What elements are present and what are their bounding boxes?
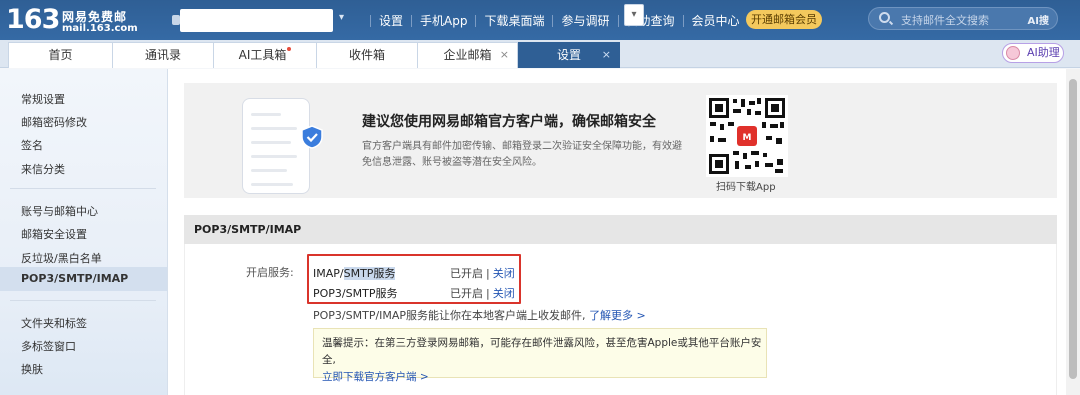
qr-caption: 扫码下载App [716, 182, 776, 193]
sidebar-item-security[interactable]: 邮箱安全设置 [21, 226, 87, 242]
status-text: 已开启 [450, 267, 483, 280]
close-imap-link[interactable]: 关闭 [493, 267, 515, 280]
service-name: POP3/SMTP服务 [313, 287, 398, 300]
tab-label: 通讯录 [144, 48, 181, 62]
qr-code-icon: M [706, 95, 788, 177]
nav-survey[interactable]: 参与调研 [561, 12, 609, 29]
logo-number[interactable]: 163 [6, 5, 60, 35]
ai-assistant-button[interactable]: AI助理 [1002, 43, 1064, 63]
sidebar-item-password[interactable]: 邮箱密码修改 [21, 114, 87, 130]
close-icon[interactable]: × [602, 43, 611, 67]
sidebar-item-account-center[interactable]: 账号与邮箱中心 [21, 203, 98, 219]
phone-line [251, 183, 293, 186]
sidebar-item-mail-rules[interactable]: 来信分类 [21, 161, 65, 177]
svg-text:M: M [743, 133, 752, 143]
tab-inbox[interactable]: 收件箱 [316, 42, 418, 68]
ai-assistant-label: AI助理 [1027, 46, 1060, 59]
scrollbar-thumb[interactable] [1069, 79, 1077, 379]
sidebar-item-antispam[interactable]: 反垃圾/黑白名单 [21, 250, 102, 266]
search-placeholder: 支持邮件全文搜索 [901, 14, 989, 27]
account-name-field[interactable] [180, 9, 333, 32]
nav-divider [552, 14, 554, 27]
sidebar-item-signature[interactable]: 签名 [21, 137, 43, 153]
service-imap-smtp: IMAP/SMTP服务 [313, 265, 396, 281]
close-pop3-link[interactable]: 关闭 [493, 287, 515, 300]
download-client-link[interactable]: 立即下载官方客户端 > [322, 369, 766, 386]
tab-home[interactable]: 首页 [8, 42, 113, 68]
learn-more-link[interactable]: 了解更多 > [589, 309, 646, 322]
tab-label: AI工具箱 [238, 48, 287, 62]
nav-divider [411, 14, 413, 27]
nav-divider [617, 14, 619, 27]
service-name-prefix: IMAP/ [313, 267, 344, 280]
nav-download-desktop[interactable]: 下载桌面端 [484, 12, 544, 29]
nav-mobile-app[interactable]: 手机App [420, 12, 467, 29]
top-nav: 设置 手机App 下载桌面端 参与调研 自助查询 会员中心 [362, 12, 740, 29]
service-name-highlight: SMTP服务 [343, 267, 396, 280]
nav-settings[interactable]: 设置 [379, 12, 403, 29]
sidebar-divider [10, 188, 156, 189]
nav-divider [370, 14, 371, 27]
ai-search-button[interactable]: AI搜 [1028, 12, 1049, 27]
top-header: 163 网易免费邮 mail.163.com ▾ 设置 手机App 下载桌面端 … [0, 0, 1080, 40]
info-text: POP3/SMTP/IMAP服务能让你在本地客户端上收发邮件, [313, 309, 586, 322]
sidebar-item-folders-tags[interactable]: 文件夹和标签 [21, 315, 87, 331]
phone-line [251, 113, 281, 116]
service-pop3-status: 已开启 | 关闭 [450, 287, 515, 300]
logo-domain: mail.163.com [62, 23, 138, 34]
shield-check-icon [301, 125, 323, 149]
chevron-down-icon[interactable]: ▾ [339, 12, 344, 23]
tab-enterprise-mail[interactable]: 企业邮箱 × [417, 42, 518, 68]
tip-text: 温馨提示：在第三方登录网易邮箱，可能存在邮件泄露风险，甚至危害Apple或其他平… [322, 337, 762, 366]
tab-contacts[interactable]: 通讯录 [112, 42, 214, 68]
status-text: 已开启 [450, 287, 483, 300]
phone-line [251, 141, 291, 144]
tab-more-chevron-icon[interactable]: ▾ [624, 4, 644, 26]
vip-button[interactable]: 开通邮箱会员 [746, 10, 822, 29]
section-title: POP3/SMTP/IMAP [184, 215, 1057, 244]
account-badge-icon [172, 15, 180, 25]
tab-bar: 首页 通讯录 AI工具箱 收件箱 企业邮箱 × 设置 × [0, 40, 1080, 68]
sidebar-item-pop3-smtp-imap[interactable]: POP3/SMTP/IMAP [0, 267, 167, 291]
sidebar-item-skin[interactable]: 换肤 [21, 361, 43, 377]
tab-ai-tools[interactable]: AI工具箱 [213, 42, 317, 68]
nav-divider [682, 14, 684, 27]
phone-line [251, 155, 297, 158]
sidebar-item-multi-tab[interactable]: 多标签窗口 [21, 338, 76, 354]
nav-divider [475, 14, 477, 27]
close-icon[interactable]: × [500, 43, 509, 67]
phone-line [251, 169, 287, 172]
phone-line [251, 127, 297, 130]
service-pop3-smtp: POP3/SMTP服务 [313, 285, 397, 301]
search-icon [879, 12, 890, 23]
service-imap-status: 已开启 | 关闭 [450, 267, 515, 280]
search-input[interactable]: 支持邮件全文搜索 AI搜 [868, 7, 1058, 30]
open-service-label: 开启服务: [246, 266, 294, 279]
sidebar-divider [10, 300, 156, 301]
tab-settings[interactable]: 设置 × [518, 42, 620, 68]
new-dot-icon [287, 47, 292, 51]
scrollbar[interactable] [1066, 69, 1080, 395]
service-info: POP3/SMTP/IMAP服务能让你在本地客户端上收发邮件, 了解更多 > [313, 307, 646, 323]
tab-label: 首页 [48, 48, 73, 62]
tab-label: 企业邮箱 [443, 48, 492, 62]
tab-label: 设置 [556, 48, 581, 62]
nav-member-center[interactable]: 会员中心 [692, 12, 740, 29]
tab-label: 收件箱 [348, 48, 385, 62]
avatar [1006, 46, 1020, 60]
promo-description: 官方客户端具有邮件加密传输、邮箱登录二次验证安全保障功能，有效避免信息泄露、账号… [362, 141, 682, 168]
warning-tip: 温馨提示：在第三方登录网易邮箱，可能存在邮件泄露风险，甚至危害Apple或其他平… [313, 328, 767, 383]
promo-title: 建议您使用网易邮箱官方客户端，确保邮箱安全 [362, 114, 656, 130]
sidebar-item-general[interactable]: 常规设置 [21, 91, 65, 107]
